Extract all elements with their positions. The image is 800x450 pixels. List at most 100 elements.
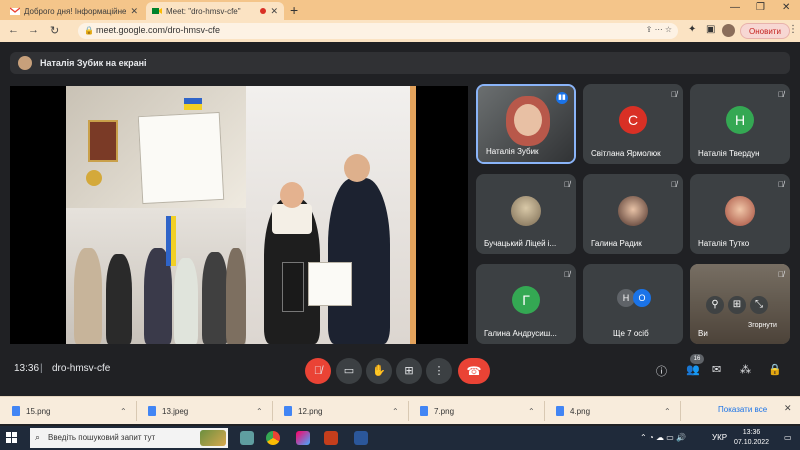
address-toolbar: ← → ↻ 🔒 meet.google.com/dro-hmsv-cfe ⇪ ⋯… [0,20,800,42]
url-text: meet.google.com/dro-hmsv-cfe [96,25,221,35]
tab-title: Доброго дня! Інформаційне п... [24,6,127,16]
participant-initial: Н [726,106,754,134]
chrome-icon[interactable] [266,431,280,445]
participant-tile[interactable]: 🎙̸ Наталія Тутко [690,174,790,254]
close-tab-icon[interactable]: ✕ [130,6,138,17]
chevron-up-icon[interactable]: ⌃ [664,407,671,416]
meet-icon [152,8,162,14]
profile-avatar[interactable] [722,24,735,37]
participant-avatar [725,196,755,226]
participant-name: Наталія Зубик [486,147,539,156]
more-participants-tile[interactable]: НО Ще 7 осіб [583,264,683,344]
update-button[interactable]: Оновити [740,23,790,39]
chevron-up-icon[interactable]: ⌃ [120,407,127,416]
participant-name: Наталія Твердун [698,149,760,158]
participant-tile[interactable]: 🎙̸ Галина Радик [583,174,683,254]
gmail-icon [10,7,20,15]
mic-off-icon: 🎙̸ [564,270,570,279]
app-icon[interactable] [296,431,310,445]
address-bar[interactable]: 🔒 meet.google.com/dro-hmsv-cfe ⇪ ⋯ ☆ [78,23,678,39]
participant-name: Світлана Ярмолюк [591,149,661,158]
browser-menu-icon[interactable]: ⋮ [788,24,798,35]
system-tray-icons[interactable]: ⌃ ◔ ☁ ▭ 🔊 [640,433,686,442]
people-icon[interactable]: 👥 [686,363,700,376]
taskbar-clock[interactable]: 13:36 07.10.2022 [734,428,769,448]
award-ceremony-photo [246,86,410,344]
more-options-button[interactable]: ⋮ [426,358,452,384]
search-icon: ⌕ [35,432,41,442]
forward-icon[interactable]: → [28,24,39,36]
end-call-button[interactable]: ☎ [458,358,490,384]
presenter-text: Наталія Зубик на екрані [40,58,147,68]
present-button[interactable]: ⊞ [396,358,422,384]
back-icon[interactable]: ← [8,24,19,36]
collapse-icon[interactable]: ⤡ [750,296,768,314]
participant-initial: Г [512,286,540,314]
camera-toggle-button[interactable]: ▭ [336,358,362,384]
download-filename: 15.png [26,406,51,416]
omnibox-actions[interactable]: ⇪ ⋯ ☆ [646,25,672,34]
maximize-icon[interactable]: ❐ [756,2,765,13]
raise-hand-button[interactable]: ✋ [366,358,392,384]
separator: | [40,363,43,374]
download-filename: 7.png [434,406,455,416]
download-filename: 13.jpeg [162,406,189,416]
download-item[interactable]: 12.png ⌃ [284,403,402,419]
new-tab-button[interactable]: + [290,2,298,18]
tab-meet[interactable]: Meet: "dro-hmsv-cfe" ✕ [146,2,284,20]
close-window-icon[interactable]: ✕ [782,2,790,13]
extensions-icon[interactable]: ✦ [688,24,696,35]
tab-gmail[interactable]: Доброго дня! Інформаційне п... ✕ [4,2,144,20]
host-controls-icon[interactable]: 🔒 [768,363,782,376]
download-item[interactable]: 4.png ⌃ [556,403,674,419]
lock-icon: 🔒 [84,26,94,35]
mic-toggle-button[interactable]: 🎙̸ [305,358,331,384]
powerpoint-icon[interactable] [324,431,338,445]
shared-screen[interactable] [10,86,468,344]
chevron-up-icon[interactable]: ⌃ [392,407,399,416]
self-tile[interactable]: 🎙̸ ⚲ ⊞ ⤡ Згорнути Ви [690,264,790,344]
meeting-time: 13:36 [14,363,40,374]
download-item[interactable]: 15.png ⌃ [12,403,130,419]
sidepanel-icon[interactable]: ▣ [706,24,715,35]
participant-tile[interactable]: ▮▮ Наталія Зубик [476,84,576,164]
notifications-icon[interactable]: ▭ [784,433,792,442]
mic-off-icon: 🎙̸ [564,180,570,189]
language-indicator[interactable]: УКР [712,433,727,442]
participant-avatar [511,196,541,226]
participant-tile[interactable]: 🎙̸ Бучацький Ліцей і... [476,174,576,254]
minimize-icon[interactable]: — [730,2,740,13]
participant-avatar [618,196,648,226]
presenter-avatar [18,56,32,70]
participant-name: Галина Андрусиш... [484,329,557,338]
word-icon[interactable] [354,431,368,445]
task-view-icon[interactable] [240,431,254,445]
windows-start-icon[interactable] [6,432,18,444]
meeting-info-icon[interactable]: ⓘ [656,363,667,379]
chat-icon[interactable]: ✉ [712,363,721,376]
more-avatars: НО [617,288,651,307]
close-downloads-icon[interactable]: ✕ [784,403,792,414]
participant-name: Ви [698,329,708,338]
mic-off-icon: 🎙̸ [671,180,677,189]
pin-icon[interactable]: ⚲ [706,296,724,314]
participant-tile[interactable]: 🎙̸ Н Наталія Твердун [690,84,790,164]
chevron-up-icon[interactable]: ⌃ [528,407,535,416]
participant-tile[interactable]: 🎙̸ С Світлана Ярмолюк [583,84,683,164]
taskbar-search-input[interactable]: ⌕ Введіть пошуковий запит тут [30,428,228,448]
mic-off-icon: 🎙̸ [778,180,784,189]
recording-dot-icon [260,8,267,14]
download-filename: 12.png [298,406,323,416]
chevron-up-icon[interactable]: ⌃ [256,407,263,416]
show-all-downloads-link[interactable]: Показати все [718,405,767,414]
participant-tile[interactable]: 🎙̸ Г Галина Андрусиш... [476,264,576,344]
download-item[interactable]: 7.png ⌃ [420,403,538,419]
download-item[interactable]: 13.jpeg ⌃ [148,403,266,419]
shared-photo-collage [66,86,246,344]
close-tab-icon[interactable]: ✕ [270,6,278,17]
frame-icon[interactable]: ⊞ [728,296,746,314]
activities-icon[interactable]: ⁂ [740,363,751,376]
reload-icon[interactable]: ↻ [50,24,59,37]
self-tile-actions: ⚲ ⊞ ⤡ [706,296,772,314]
file-icon [556,406,564,416]
